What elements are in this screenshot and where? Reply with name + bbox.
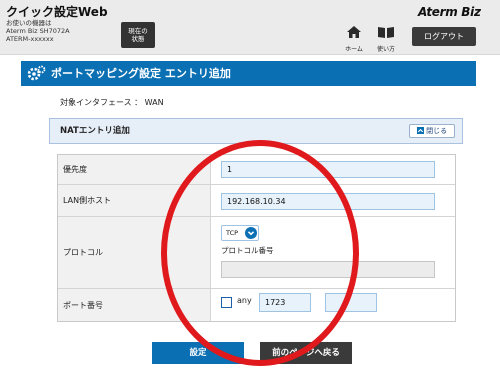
lan-host-label: LAN側ホスト — [58, 185, 211, 216]
home-icon — [347, 26, 361, 38]
help-label: 使い方 — [376, 46, 395, 53]
page-title-bar: ポートマッピング設定 エントリ追加 — [21, 61, 476, 86]
lan-host-row: LAN側ホスト 192.168.10.34 — [58, 185, 455, 217]
submit-button[interactable]: 設定 — [152, 342, 244, 364]
section-title: NATエントリ追加 — [60, 126, 130, 136]
home-label: ホーム — [345, 46, 363, 53]
priority-label: 優先度 — [58, 155, 211, 184]
priority-input[interactable]: 1 — [221, 161, 435, 178]
chevron-down-icon — [247, 231, 255, 236]
priority-row: 優先度 1 — [58, 155, 455, 185]
lan-host-input[interactable]: 192.168.10.34 — [221, 193, 435, 210]
app-title: クイック設定Web — [6, 5, 108, 19]
status-button-line1: 現在の — [128, 27, 148, 35]
protocol-selected: TCP — [226, 229, 239, 237]
device-info-line: お使いの機器は — [6, 19, 52, 27]
current-status-button[interactable]: 現在の 状態 — [121, 22, 155, 48]
help-nav-button[interactable]: 使い方 — [374, 24, 398, 53]
port-start-input[interactable]: 1723 — [259, 293, 311, 312]
home-nav-button[interactable]: ホーム — [343, 24, 365, 53]
device-info: お使いの機器は Aterm Biz SH7072A ATERM-xxxxxx — [6, 19, 70, 43]
protocol-number-input[interactable] — [221, 261, 435, 278]
device-model: Aterm Biz SH7072A — [6, 27, 70, 35]
port-row: ポート番号 any 1723 - — [58, 289, 455, 321]
gear-icon — [27, 65, 46, 81]
any-checkbox[interactable] — [221, 297, 232, 308]
logout-button[interactable]: ログアウト — [412, 27, 476, 46]
back-button[interactable]: 前のページへ戻る — [260, 342, 352, 364]
collapse-label: 閉じる — [426, 127, 448, 135]
nat-section-header: NATエントリ追加 閉じる — [49, 118, 463, 144]
device-name: ATERM-xxxxxx — [6, 35, 54, 43]
chevron-up-icon — [416, 127, 424, 134]
nat-entry-form: 優先度 1 LAN側ホスト 192.168.10.34 プロトコル TCP プロ… — [57, 154, 456, 322]
protocol-select[interactable]: TCP — [221, 225, 259, 241]
protocol-label: プロトコル — [58, 217, 211, 288]
port-label: ポート番号 — [58, 289, 211, 321]
protocol-number-label: プロトコル番号 — [221, 246, 274, 255]
port-end-input[interactable] — [325, 293, 377, 312]
brand-logo: Aterm Biz — [418, 5, 481, 19]
protocol-row: プロトコル TCP プロトコル番号 — [58, 217, 455, 289]
status-button-line2: 状態 — [131, 35, 145, 43]
page-title: ポートマッピング設定 エントリ追加 — [51, 67, 231, 80]
collapse-button[interactable]: 閉じる — [409, 124, 455, 138]
target-interface: 対象インタフェース ： WAN — [60, 98, 164, 107]
book-icon — [378, 27, 394, 38]
app-header: クイック設定Web お使いの機器は Aterm Biz SH7072A ATER… — [0, 0, 500, 55]
any-label: any — [237, 296, 252, 305]
